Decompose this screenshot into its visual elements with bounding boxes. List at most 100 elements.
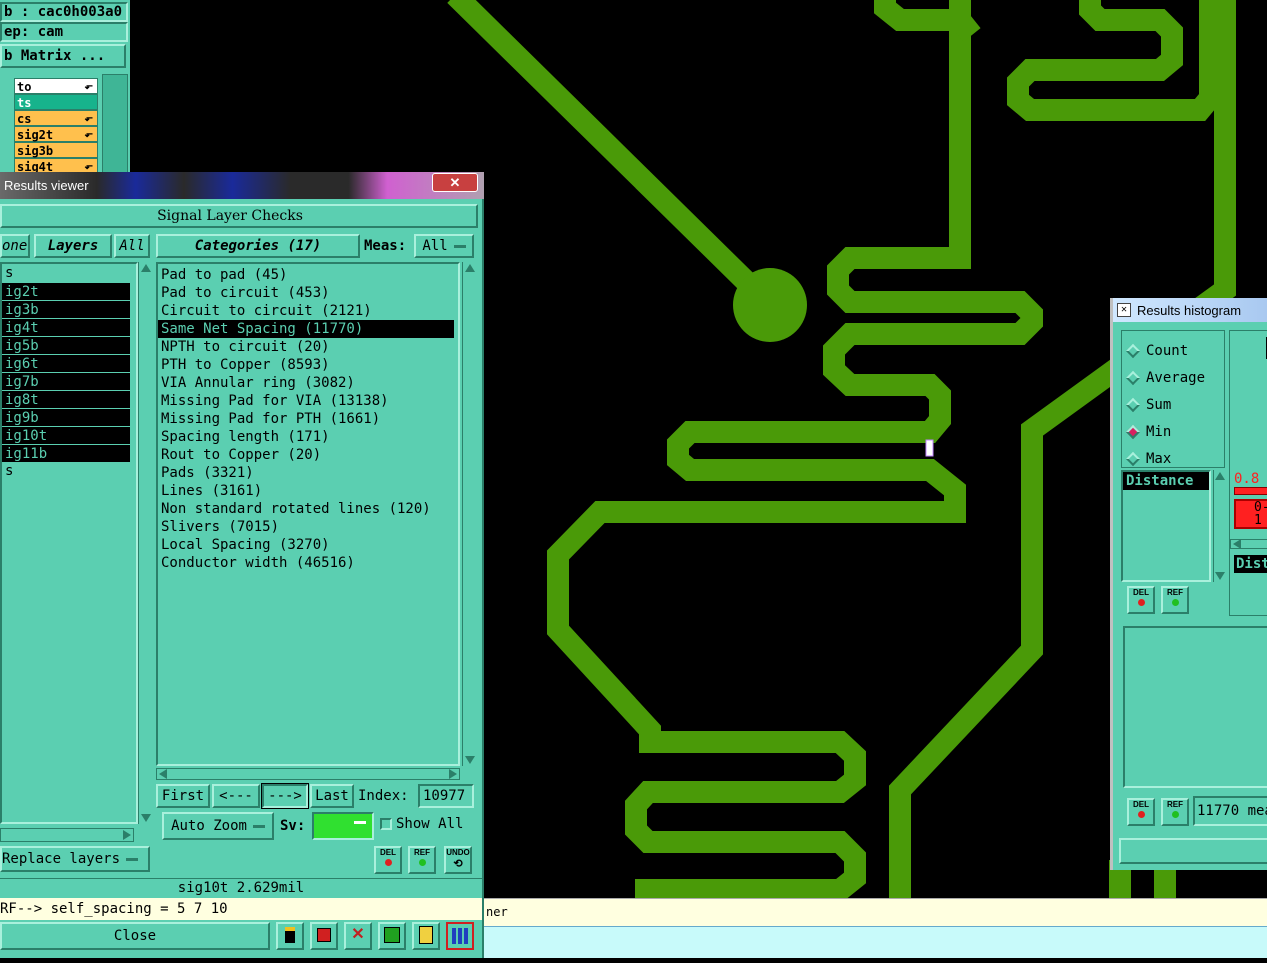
histogram-hscroll[interactable] bbox=[1230, 539, 1267, 549]
categories-scrollbar[interactable] bbox=[462, 262, 476, 766]
histogram-list-scrollbar[interactable] bbox=[1213, 470, 1225, 582]
layer-scrollbar[interactable] bbox=[102, 74, 128, 180]
meas-dropdown[interactable]: All bbox=[414, 234, 474, 258]
refresh-button[interactable]: REF bbox=[408, 846, 436, 874]
next-button[interactable]: ---> bbox=[261, 783, 309, 809]
radio-icon[interactable] bbox=[1125, 370, 1141, 385]
disabled-tool-icon[interactable]: ✕ bbox=[344, 922, 372, 950]
sv-color-dropdown[interactable] bbox=[312, 812, 374, 840]
meas-label: Meas: bbox=[364, 238, 407, 254]
layer-list-hscroll[interactable] bbox=[0, 828, 134, 842]
close-button[interactable]: Close bbox=[0, 922, 270, 950]
last-button[interactable]: Last bbox=[310, 784, 354, 808]
first-button[interactable]: First bbox=[156, 784, 210, 808]
histogram-delete-button[interactable]: DEL bbox=[1127, 586, 1155, 614]
tab-categories[interactable]: Categories (17) bbox=[156, 234, 360, 258]
category-item[interactable]: Pad to pad (45) bbox=[158, 266, 458, 284]
histogram-option[interactable]: Min bbox=[1122, 418, 1224, 445]
tab-all[interactable]: All bbox=[114, 234, 150, 258]
category-item[interactable]: Same Net Spacing (11770) bbox=[158, 320, 454, 338]
histogram-delete-button-2[interactable]: DEL bbox=[1127, 798, 1155, 826]
histogram-option[interactable]: Sum bbox=[1122, 391, 1224, 418]
category-item[interactable]: Non standard rotated lines (120) bbox=[158, 500, 458, 518]
histogram-range-cell[interactable]: 0-1 bbox=[1234, 499, 1267, 529]
tab-layers[interactable]: Layers bbox=[34, 234, 112, 258]
histogram-measure-list[interactable]: Distance bbox=[1121, 470, 1211, 582]
tool-icon-2[interactable] bbox=[310, 922, 338, 950]
category-item[interactable]: Rout to Copper (20) bbox=[158, 446, 458, 464]
radio-icon[interactable] bbox=[1125, 343, 1141, 358]
list-item[interactable]: ig8t bbox=[2, 390, 130, 408]
close-window-icon[interactable]: ✕ bbox=[432, 173, 478, 192]
list-item[interactable]: ig7b bbox=[2, 372, 130, 390]
histogram-option-label: Sum bbox=[1146, 396, 1172, 413]
pcb-trace bbox=[447, 0, 778, 313]
category-item[interactable]: Pad to circuit (453) bbox=[158, 284, 458, 302]
list-item[interactable]: ig2t bbox=[2, 282, 130, 300]
sv-label: Sv: bbox=[280, 818, 306, 834]
category-item[interactable]: Conductor width (46516) bbox=[158, 554, 458, 572]
histogram-refresh-button[interactable]: REF bbox=[1161, 586, 1189, 614]
index-input[interactable]: 10977 bbox=[418, 784, 474, 808]
category-item[interactable]: Missing Pad for PTH (1661) bbox=[158, 410, 458, 428]
histogram-footer bbox=[1119, 838, 1267, 864]
list-item[interactable]: ig9b bbox=[2, 408, 130, 426]
delete-button[interactable]: DEL bbox=[374, 846, 402, 874]
histogram-options: Count Average Sum Min Max bbox=[1121, 330, 1225, 468]
tool-icon-1[interactable] bbox=[276, 922, 304, 950]
matrix-button[interactable]: b Matrix ... bbox=[0, 44, 126, 68]
layer-row[interactable]: sig2t ⬐ bbox=[14, 126, 98, 142]
replace-layers-dropdown[interactable]: Replace layers bbox=[0, 846, 150, 872]
categories-list[interactable]: Pad to pad (45) Pad to circuit (453) Circu… bbox=[156, 262, 460, 766]
category-item[interactable]: PTH to Copper (8593) bbox=[158, 356, 458, 374]
histogram-option-label: Max bbox=[1146, 450, 1172, 467]
list-item[interactable]: ig4t bbox=[2, 318, 130, 336]
list-item[interactable]: s bbox=[2, 462, 136, 480]
notes-icon[interactable] bbox=[412, 922, 440, 950]
prev-button[interactable]: <--- bbox=[212, 784, 260, 808]
category-item[interactable]: NPTH to circuit (20) bbox=[158, 338, 458, 356]
list-item[interactable]: ig10t bbox=[2, 426, 130, 444]
undo-button[interactable]: UNDO ⟲ bbox=[444, 846, 472, 874]
title-bar[interactable]: Results viewer ✕ bbox=[0, 172, 484, 199]
layer-selection-list[interactable]: s ig2t ig3b ig4t ig5b ig6t ig7b ig8t ig9b ig10t ig… bbox=[0, 262, 138, 824]
histogram-option[interactable]: Count bbox=[1122, 337, 1224, 364]
histogram-option[interactable]: Average bbox=[1122, 364, 1224, 391]
category-item[interactable]: Local Spacing (3270) bbox=[158, 536, 458, 554]
show-all-checkbox[interactable] bbox=[380, 818, 392, 830]
list-item[interactable]: Distance bbox=[1123, 472, 1209, 490]
layer-list-scrollbar[interactable] bbox=[138, 262, 152, 824]
category-item[interactable]: Spacing length (171) bbox=[158, 428, 458, 446]
radio-icon[interactable] bbox=[1125, 397, 1141, 412]
histogram-title-bar[interactable]: ✕ Results histogram bbox=[1113, 298, 1267, 322]
histogram-icon[interactable] bbox=[446, 922, 474, 950]
histogram-refresh-button-2[interactable]: REF bbox=[1161, 798, 1189, 826]
histogram-value-label: 0.8 bbox=[1234, 471, 1260, 487]
layer-row[interactable]: ts bbox=[14, 94, 98, 110]
layer-row[interactable]: to ⬐ bbox=[14, 78, 98, 94]
category-item[interactable]: Missing Pad for VIA (13138) bbox=[158, 392, 458, 410]
category-item[interactable]: Pads (3321) bbox=[158, 464, 458, 482]
categories-hscroll[interactable] bbox=[156, 768, 460, 780]
tool-icon-3[interactable] bbox=[378, 922, 406, 950]
pcb-via-pad bbox=[733, 268, 807, 342]
auto-zoom-dropdown[interactable]: Auto Zoom bbox=[162, 812, 274, 840]
radio-icon[interactable] bbox=[1125, 424, 1141, 439]
list-item[interactable]: ig5b bbox=[2, 336, 130, 354]
category-item[interactable]: Lines (3161) bbox=[158, 482, 458, 500]
histogram-option-label: Count bbox=[1146, 342, 1189, 359]
histogram-bar bbox=[1234, 487, 1267, 495]
layer-row[interactable]: sig3b bbox=[14, 142, 98, 158]
category-item[interactable]: Slivers (7015) bbox=[158, 518, 458, 536]
list-item[interactable]: ig3b bbox=[2, 300, 130, 318]
category-item[interactable]: VIA Annular ring (3082) bbox=[158, 374, 458, 392]
list-item[interactable]: s bbox=[2, 264, 136, 282]
histogram-option[interactable]: Max bbox=[1122, 445, 1224, 472]
list-item[interactable]: ig6t bbox=[2, 354, 130, 372]
layer-list[interactable]: to ⬐ ts cs ⬐ sig2t ⬐ sig3b sig4t ⬐ bbox=[14, 78, 98, 174]
category-item[interactable]: Circuit to circuit (2121) bbox=[158, 302, 458, 320]
tab-none[interactable]: one bbox=[0, 234, 30, 258]
radio-icon[interactable] bbox=[1125, 451, 1141, 466]
layer-row[interactable]: cs ⬐ bbox=[14, 110, 98, 126]
list-item[interactable]: ig11b bbox=[2, 444, 130, 462]
